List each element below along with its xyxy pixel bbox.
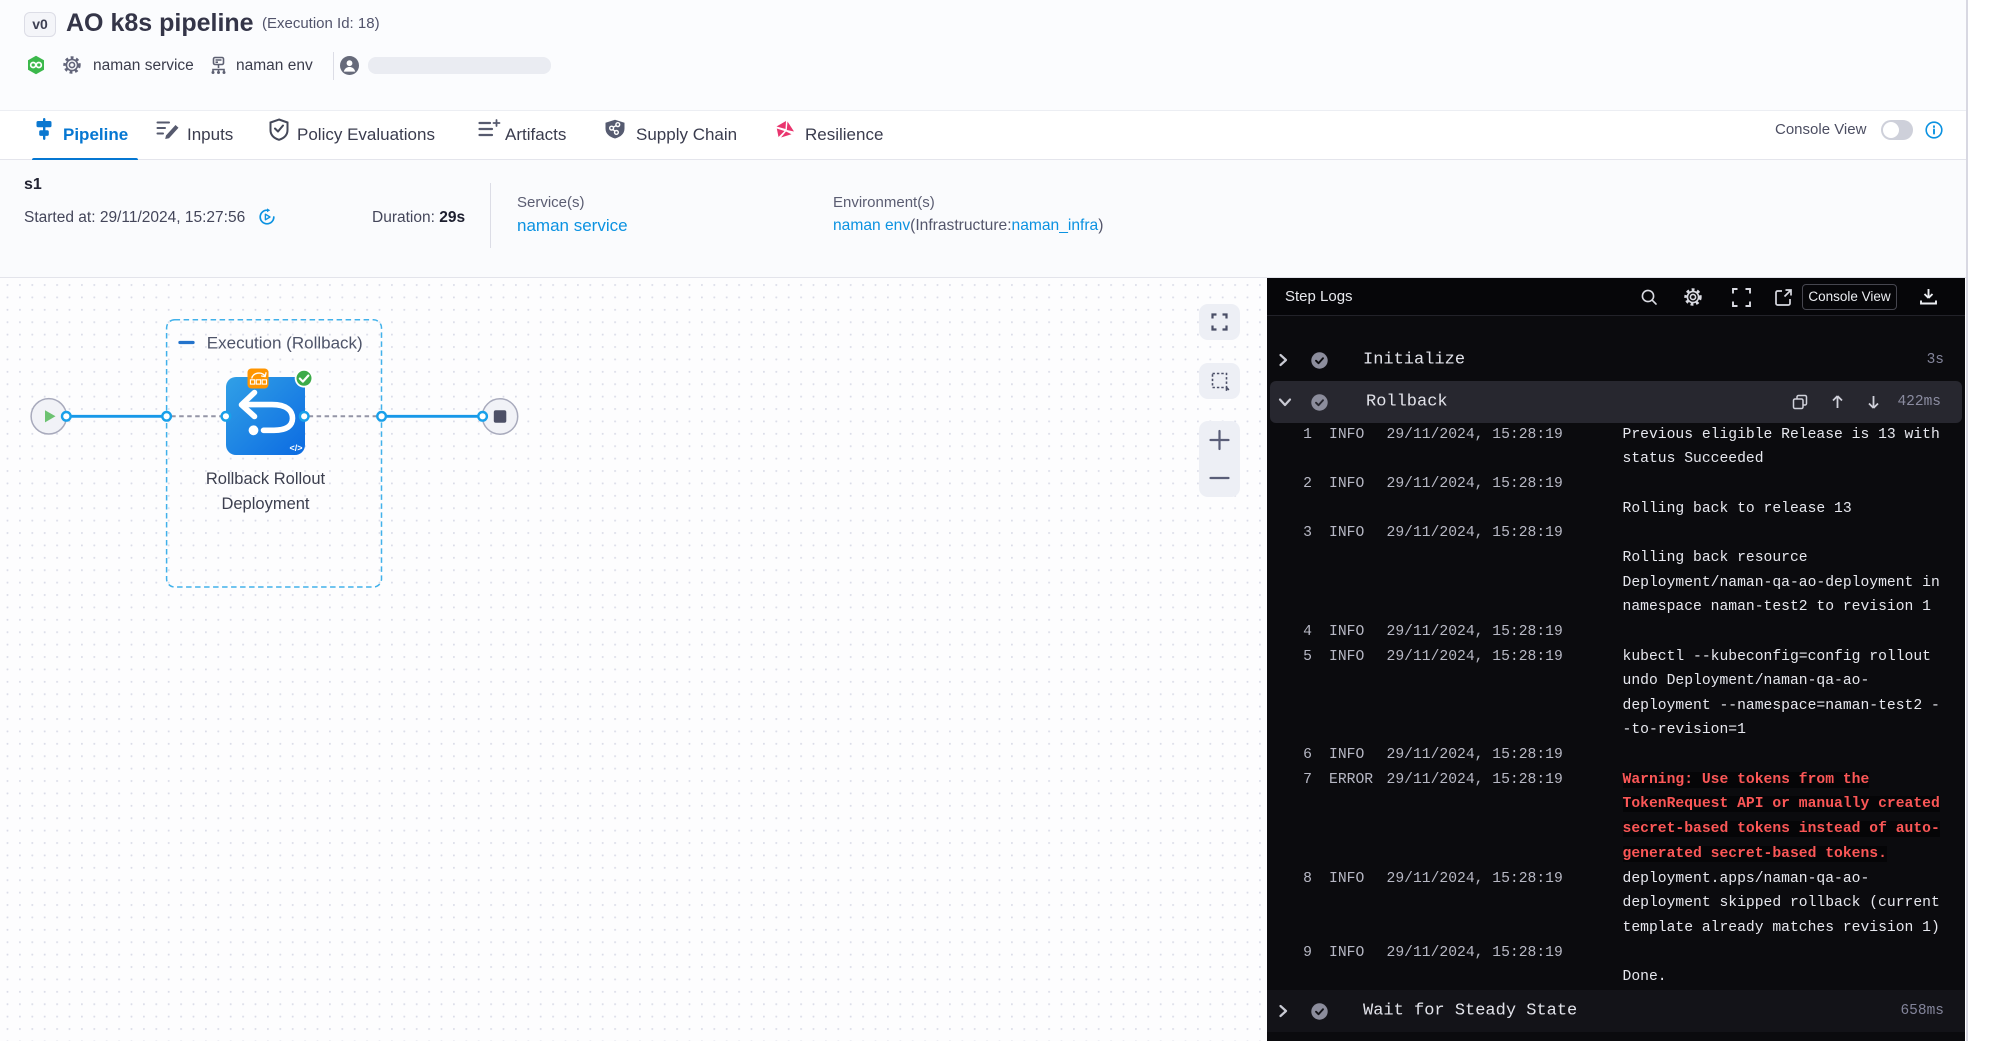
- svg-text:Rollback Rollout: Rollback Rollout: [206, 470, 326, 488]
- svg-text:Execution (Rollback): Execution (Rollback): [207, 334, 363, 353]
- svg-text:</>: </>: [289, 443, 302, 453]
- svg-text:Deployment: Deployment: [221, 495, 309, 513]
